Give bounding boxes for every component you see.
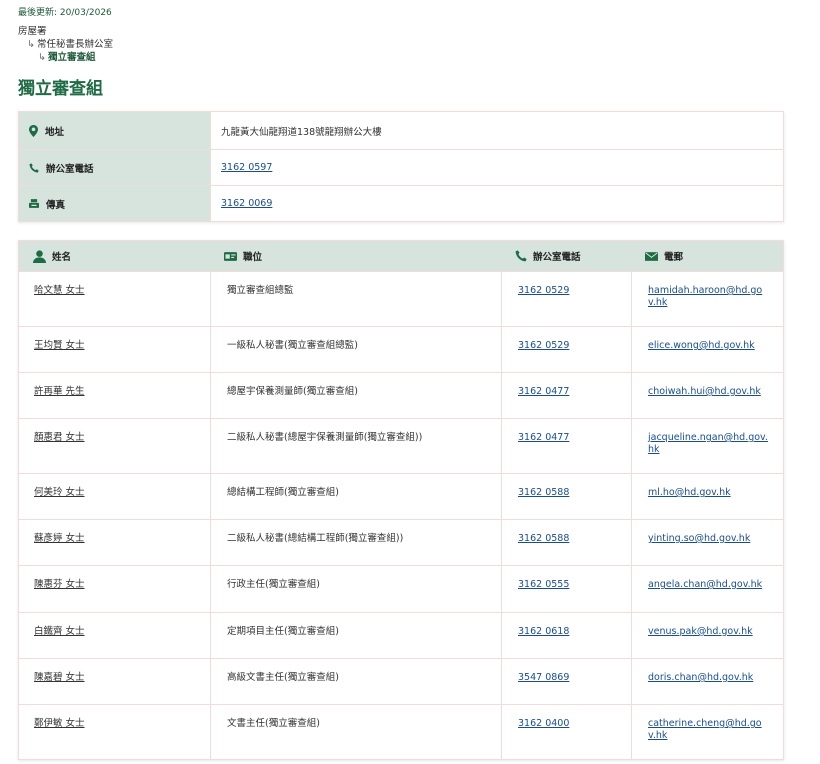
staff-phone-link[interactable]: 3162 0400	[518, 718, 569, 729]
table-row: 許再華 先生 總屋宇保養測量師(獨立審查組) 3162 0477 choiwah…	[19, 372, 783, 418]
header-post: 職位	[210, 241, 501, 271]
staff-email-link[interactable]: jacqueline.ngan@hd.gov.hk	[648, 432, 768, 455]
staff-name-link[interactable]: 許再華 先生	[34, 386, 85, 397]
staff-table: 姓名 職位 辦公室電話 電郵 哈文慧 女士 獨立審查組總監 3162 0529 …	[18, 240, 784, 760]
staff-phone-link[interactable]: 3162 0477	[518, 432, 569, 443]
staff-name-link[interactable]: 白鐵齊 女士	[34, 626, 85, 637]
staff-name-link[interactable]: 何美玲 女士	[34, 487, 85, 498]
id-card-icon	[224, 251, 237, 261]
envelope-icon	[645, 251, 658, 261]
staff-phone-link[interactable]: 3162 0477	[518, 386, 569, 397]
table-row: 哈文慧 女士 獨立審查組總監 3162 0529 hamidah.haroon@…	[19, 271, 783, 326]
staff-post: 行政主任(獨立審查組)	[210, 566, 501, 612]
staff-post: 一級私人秘書(獨立審查組總監)	[210, 327, 501, 372]
address-label-cell: 地址	[19, 112, 210, 149]
office-phone-row: 辦公室電話 3162 0597	[19, 150, 783, 186]
staff-phone-link[interactable]: 3162 0618	[518, 626, 569, 637]
breadcrumb-label: 常任秘書長辦公室	[37, 39, 114, 50]
subitem-arrow-icon: ↳	[38, 52, 46, 63]
staff-phone-link[interactable]: 3162 0588	[518, 533, 569, 544]
table-row: 陳惠芬 女士 行政主任(獨立審查組) 3162 0555 angela.chan…	[19, 565, 783, 612]
header-post-label: 職位	[243, 252, 263, 263]
header-name: 姓名	[19, 241, 210, 271]
table-row: 蘇彥婷 女士 二級私人秘書(總結構工程師(獨立審查組)) 3162 0588 y…	[19, 519, 783, 565]
page-title: 獨立審查組	[18, 79, 103, 99]
table-row: 顏惠君 女士 二級私人秘書(總屋宇保養測量師(獨立審查組)) 3162 0477…	[19, 418, 783, 473]
staff-phone-link[interactable]: 3547 0869	[518, 672, 569, 683]
staff-table-header: 姓名 職位 辦公室電話 電郵	[19, 241, 783, 271]
header-email: 電郵	[631, 241, 783, 271]
staff-phone-link[interactable]: 3162 0529	[518, 340, 569, 351]
subitem-arrow-icon: ↳	[27, 39, 35, 50]
staff-email-link[interactable]: catherine.cheng@hd.gov.hk	[648, 718, 762, 741]
staff-post: 高級文書主任(獨立審查組)	[210, 659, 501, 704]
staff-name-link[interactable]: 陳惠芬 女士	[34, 579, 85, 590]
table-row: 王均賢 女士 一級私人秘書(獨立審查組總監) 3162 0529 elice.w…	[19, 326, 783, 372]
staff-post: 獨立審查組總監	[210, 272, 501, 326]
office-phone-label-cell: 辦公室電話	[19, 150, 210, 185]
office-phone-label: 辦公室電話	[46, 163, 94, 175]
staff-email-link[interactable]: doris.chan@hd.gov.hk	[648, 672, 753, 683]
header-phone-label: 辦公室電話	[533, 252, 581, 263]
staff-name-link[interactable]: 哈文慧 女士	[34, 285, 85, 296]
staff-email-link[interactable]: yinting.so@hd.gov.hk	[648, 533, 750, 544]
header-name-label: 姓名	[52, 252, 72, 263]
staff-name-link[interactable]: 顏惠君 女士	[34, 432, 85, 443]
staff-email-link[interactable]: ml.ho@hd.gov.hk	[648, 487, 731, 498]
fax-label-cell: 傳真	[19, 186, 210, 221]
fax-label: 傳真	[46, 199, 66, 211]
staff-email-link[interactable]: choiwah.hui@hd.gov.hk	[648, 386, 761, 397]
staff-email-link[interactable]: venus.pak@hd.gov.hk	[648, 626, 753, 637]
person-icon	[33, 249, 46, 263]
breadcrumb-item-current: ↳ 獨立審查組	[18, 51, 113, 64]
phone-icon	[515, 250, 527, 262]
address-label: 地址	[45, 126, 65, 138]
breadcrumb-label: 獨立審查組	[48, 52, 96, 63]
staff-name-link[interactable]: 王均賢 女士	[34, 340, 85, 351]
staff-phone-link[interactable]: 3162 0555	[518, 579, 569, 590]
staff-email-link[interactable]: elice.wong@hd.gov.hk	[648, 340, 755, 351]
address-value: 九龍黃大仙龍翔道138號龍翔辦公大樓	[210, 112, 783, 149]
staff-email-link[interactable]: hamidah.haroon@hd.gov.hk	[648, 285, 762, 308]
fax-link[interactable]: 3162 0069	[221, 198, 272, 209]
header-phone: 辦公室電話	[501, 241, 631, 271]
staff-name-link[interactable]: 陳嘉碧 女士	[34, 672, 85, 683]
staff-post: 總屋宇保養測量師(獨立審查組)	[210, 373, 501, 418]
breadcrumb-item-housing-department[interactable]: 房屋署	[18, 25, 113, 38]
staff-phone-link[interactable]: 3162 0529	[518, 285, 569, 296]
table-row: 白鐵齊 女士 定期項目主任(獨立審查組) 3162 0618 venus.pak…	[19, 612, 783, 658]
staff-phone-link[interactable]: 3162 0588	[518, 487, 569, 498]
breadcrumb-item-permanent-secretary-office[interactable]: ↳ 常任秘書長辦公室	[18, 38, 113, 51]
table-row: 何美玲 女士 總結構工程師(獨立審查組) 3162 0588 ml.ho@hd.…	[19, 473, 783, 519]
fax-icon	[29, 199, 39, 208]
phone-icon	[29, 162, 39, 172]
staff-post: 定期項目主任(獨立審查組)	[210, 613, 501, 658]
staff-post: 二級私人秘書(總屋宇保養測量師(獨立審查組))	[210, 419, 501, 473]
contact-info-table: 地址 九龍黃大仙龍翔道138號龍翔辦公大樓 辦公室電話 3162 0597 傳真…	[18, 111, 784, 222]
staff-name-link[interactable]: 鄭伊敏 女士	[34, 718, 85, 729]
staff-email-link[interactable]: angela.chan@hd.gov.hk	[648, 579, 762, 590]
header-email-label: 電郵	[664, 252, 684, 263]
staff-post: 總結構工程師(獨立審查組)	[210, 474, 501, 519]
table-row: 鄭伊敏 女士 文書主任(獨立審查組) 3162 0400 catherine.c…	[19, 704, 783, 759]
breadcrumb: 房屋署 ↳ 常任秘書長辦公室 ↳ 獨立審查組	[18, 25, 113, 64]
staff-post: 文書主任(獨立審查組)	[210, 705, 501, 759]
table-row: 陳嘉碧 女士 高級文書主任(獨立審查組) 3547 0869 doris.cha…	[19, 658, 783, 704]
address-row: 地址 九龍黃大仙龍翔道138號龍翔辦公大樓	[19, 112, 783, 150]
office-phone-link[interactable]: 3162 0597	[221, 162, 272, 173]
staff-name-link[interactable]: 蘇彥婷 女士	[34, 533, 85, 544]
last-updated: 最後更新: 20/03/2026	[18, 8, 112, 18]
fax-row: 傳真 3162 0069	[19, 186, 783, 221]
staff-post: 二級私人秘書(總結構工程師(獨立審查組))	[210, 520, 501, 565]
map-pin-icon	[29, 124, 38, 137]
